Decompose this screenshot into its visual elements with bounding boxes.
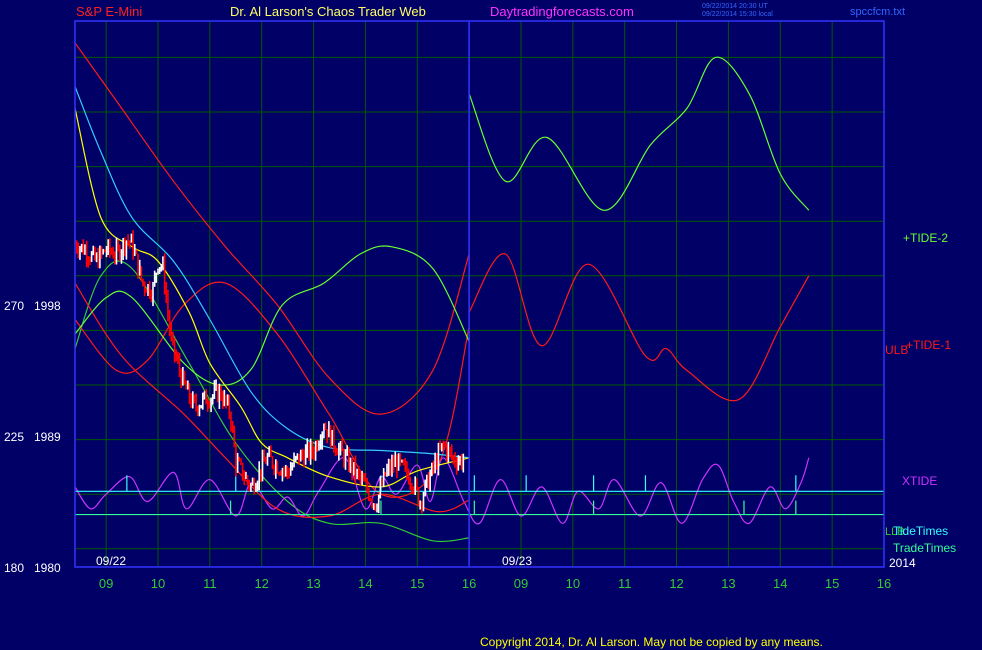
copyright-notice: Copyright 2014, Dr. Al Larson. May not b…: [480, 635, 823, 649]
legend-ulb: ULB: [885, 343, 908, 357]
x-tick-label: 13: [306, 576, 320, 591]
date-label-1: 09/22: [96, 554, 126, 568]
legend-xtide: XTIDE: [902, 474, 937, 488]
site-link[interactable]: Daytradingforecasts.com: [490, 4, 634, 19]
symbol-label: S&P E-Mini: [76, 4, 142, 19]
y-tick-label-left: 225: [4, 430, 24, 444]
chart-background: [0, 0, 982, 650]
legend-tide2: +TIDE-2: [903, 231, 948, 245]
x-tick-label: 11: [203, 576, 217, 591]
x-tick-label: 15: [410, 576, 424, 591]
date-label-2: 09/23: [502, 554, 532, 568]
x-tick-label: 14: [358, 576, 372, 591]
y-tick-label-right: 1998: [34, 299, 61, 313]
x-tick-label: 09: [514, 576, 528, 591]
y-tick-label-right: 1989: [34, 430, 61, 444]
x-tick-label: 10: [566, 576, 580, 591]
year-label: 2014: [889, 556, 916, 570]
legend-tide1: +TIDE-1: [906, 338, 951, 352]
timestamp-ut: 09/22/2014 20:30 UT: [702, 3, 768, 10]
timestamp-local: 09/22/2014 15:30 local: [702, 11, 773, 18]
x-tick-label: 12: [254, 576, 268, 591]
x-tick-label: 10: [151, 576, 165, 591]
y-tick-label-right: 1980: [34, 561, 61, 575]
x-tick-label: 09: [99, 576, 113, 591]
x-tick-label: 16: [462, 576, 476, 591]
y-tick-label-left: 180: [4, 561, 24, 575]
y-tick-label-left: 270: [4, 299, 24, 313]
x-tick-label: 14: [773, 576, 787, 591]
x-tick-label: 16: [877, 576, 891, 591]
site-title: Dr. Al Larson's Chaos Trader Web: [230, 4, 426, 19]
x-tick-label: 15: [825, 576, 839, 591]
data-file-label: spccfcm.txt: [850, 6, 905, 18]
legend-tide-times: TideTimes: [893, 524, 948, 538]
x-tick-label: 11: [618, 576, 632, 591]
legend-trade-times: TradeTimes: [893, 541, 956, 555]
chart-root: S&P E-Mini Dr. Al Larson's Chaos Trader …: [0, 0, 982, 650]
x-tick-label: 12: [669, 576, 683, 591]
x-tick-label: 13: [721, 576, 735, 591]
